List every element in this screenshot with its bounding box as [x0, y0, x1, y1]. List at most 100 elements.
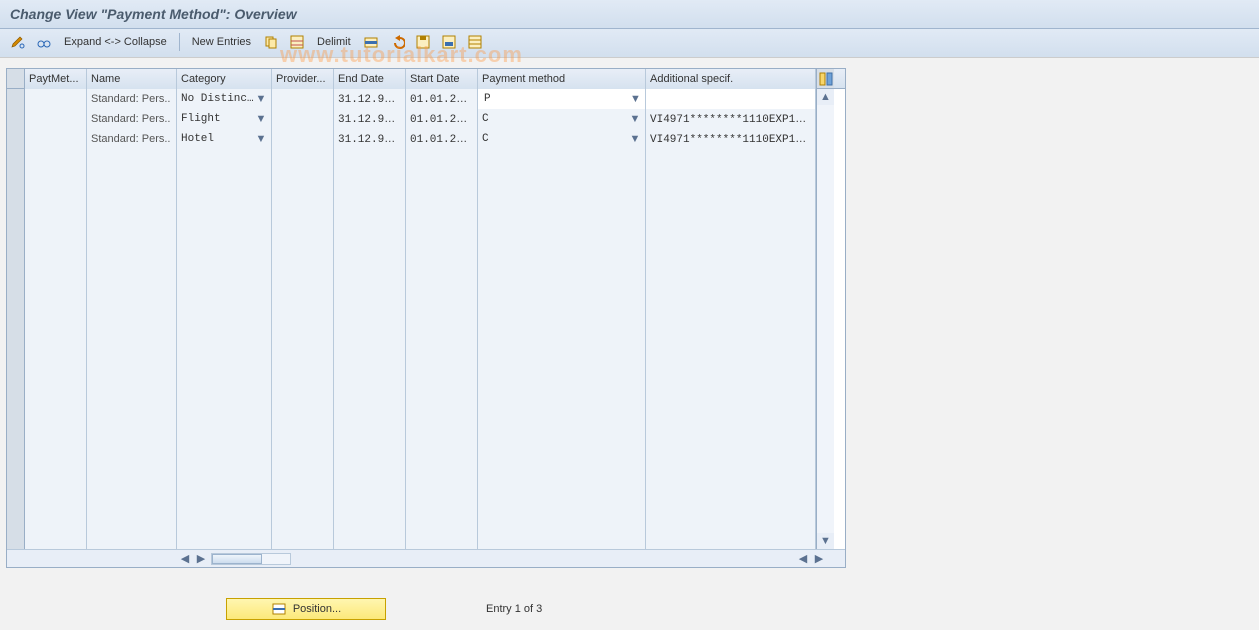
cell-additional-specif[interactable]	[646, 189, 816, 209]
cell-category[interactable]: Flight▼	[177, 109, 272, 129]
vertical-scroll-track[interactable]	[817, 105, 834, 533]
cell-category[interactable]: Hotel▼	[177, 129, 272, 149]
cell-payment-method[interactable]	[478, 389, 646, 409]
cell-additional-specif[interactable]	[646, 449, 816, 469]
row-selector[interactable]	[7, 509, 25, 529]
row-selector[interactable]	[7, 169, 25, 189]
cell-category[interactable]	[177, 209, 272, 229]
copy-as-button[interactable]	[259, 32, 283, 52]
save-button[interactable]	[411, 32, 435, 52]
cell-category[interactable]	[177, 149, 272, 169]
cell-additional-specif[interactable]	[646, 469, 816, 489]
cell-category[interactable]	[177, 289, 272, 309]
horizontal-scrollbar[interactable]: ◀ ▶ ◀ ▶	[7, 549, 845, 567]
expand-collapse-button[interactable]: Expand <-> Collapse	[58, 32, 173, 52]
row-selector[interactable]	[7, 349, 25, 369]
row-selector[interactable]	[7, 289, 25, 309]
col-header-additional-specif[interactable]: Additional specif.	[646, 69, 816, 89]
col-header-category[interactable]: Category	[177, 69, 272, 89]
col-header-end-date[interactable]: End Date	[334, 69, 406, 89]
cell-payment-method[interactable]	[478, 309, 646, 329]
row-selector[interactable]	[7, 389, 25, 409]
cell-payment-method[interactable]	[478, 449, 646, 469]
row-selector[interactable]	[7, 129, 25, 149]
row-selector[interactable]	[7, 449, 25, 469]
table-settings-button[interactable]	[816, 69, 834, 88]
cell-payment-method[interactable]	[478, 529, 646, 549]
cell-category[interactable]	[177, 529, 272, 549]
cell-payment-method[interactable]	[478, 369, 646, 389]
cell-additional-specif[interactable]	[646, 249, 816, 269]
row-selector[interactable]	[7, 189, 25, 209]
cell-payment-method[interactable]	[478, 469, 646, 489]
row-selector[interactable]	[7, 149, 25, 169]
cell-additional-specif[interactable]	[646, 369, 816, 389]
row-selector[interactable]	[7, 329, 25, 349]
dropdown-arrow-icon[interactable]: ▼	[629, 111, 641, 127]
row-selector[interactable]	[7, 489, 25, 509]
cell-additional-specif[interactable]	[646, 89, 816, 109]
cell-category[interactable]	[177, 489, 272, 509]
cell-additional-specif[interactable]	[646, 489, 816, 509]
other-view-button[interactable]	[32, 32, 56, 52]
cell-additional-specif[interactable]	[646, 209, 816, 229]
cell-payment-method[interactable]	[478, 349, 646, 369]
vertical-scrollbar[interactable]: ▲ ▼	[816, 89, 834, 549]
cell-additional-specif[interactable]	[646, 429, 816, 449]
cell-payment-method[interactable]	[478, 489, 646, 509]
cell-additional-specif[interactable]: VI4971********1110EXP1212	[646, 129, 816, 149]
cell-category[interactable]	[177, 429, 272, 449]
row-selector[interactable]	[7, 109, 25, 129]
cell-category[interactable]	[177, 269, 272, 289]
select-block-button[interactable]	[437, 32, 461, 52]
scroll-up-button[interactable]: ▲	[817, 89, 834, 105]
cell-additional-specif[interactable]	[646, 229, 816, 249]
scroll-right-button[interactable]: ▶	[811, 551, 827, 567]
cell-category[interactable]	[177, 449, 272, 469]
cell-payment-method[interactable]	[478, 289, 646, 309]
cell-additional-specif[interactable]	[646, 349, 816, 369]
print-button[interactable]	[463, 32, 487, 52]
cell-category[interactable]	[177, 469, 272, 489]
dropdown-arrow-icon[interactable]: ▼	[255, 131, 267, 147]
cell-additional-specif[interactable]: VI4971********1110EXP1212	[646, 109, 816, 129]
cell-payment-method[interactable]	[478, 249, 646, 269]
cell-category[interactable]	[177, 369, 272, 389]
cell-additional-specif[interactable]	[646, 329, 816, 349]
select-all-button[interactable]	[285, 32, 309, 52]
cell-additional-specif[interactable]	[646, 509, 816, 529]
cell-payment-method[interactable]	[478, 509, 646, 529]
cell-additional-specif[interactable]	[646, 409, 816, 429]
row-selector[interactable]	[7, 209, 25, 229]
col-header-name[interactable]: Name	[87, 69, 177, 89]
col-header-start-date[interactable]: Start Date	[406, 69, 478, 89]
cell-additional-specif[interactable]	[646, 529, 816, 549]
cell-category[interactable]	[177, 169, 272, 189]
cell-payment-method[interactable]	[478, 189, 646, 209]
cell-payment-method[interactable]	[478, 329, 646, 349]
col-header-provider[interactable]: Provider...	[272, 69, 334, 89]
delete-button[interactable]	[359, 32, 383, 52]
cell-category[interactable]	[177, 509, 272, 529]
cell-payment-method[interactable]	[478, 149, 646, 169]
cell-category[interactable]	[177, 329, 272, 349]
cell-additional-specif[interactable]	[646, 309, 816, 329]
row-selector[interactable]	[7, 369, 25, 389]
position-button[interactable]: Position...	[226, 598, 386, 620]
cell-category[interactable]	[177, 349, 272, 369]
cell-category[interactable]	[177, 249, 272, 269]
cell-payment-method[interactable]: ▼	[478, 89, 646, 109]
cell-payment-method[interactable]	[478, 169, 646, 189]
additional-specif-input[interactable]	[650, 92, 811, 108]
cell-additional-specif[interactable]	[646, 169, 816, 189]
row-selector[interactable]	[7, 409, 25, 429]
col-header-payment-method[interactable]: Payment method	[478, 69, 646, 89]
dropdown-arrow-icon[interactable]: ▼	[630, 91, 641, 107]
payment-method-input[interactable]	[482, 91, 630, 107]
row-selector[interactable]	[7, 429, 25, 449]
cell-payment-method[interactable]: C▼	[478, 109, 646, 129]
row-selector[interactable]	[7, 269, 25, 289]
row-selector[interactable]	[7, 469, 25, 489]
cell-category[interactable]	[177, 229, 272, 249]
cell-payment-method[interactable]: C▼	[478, 129, 646, 149]
